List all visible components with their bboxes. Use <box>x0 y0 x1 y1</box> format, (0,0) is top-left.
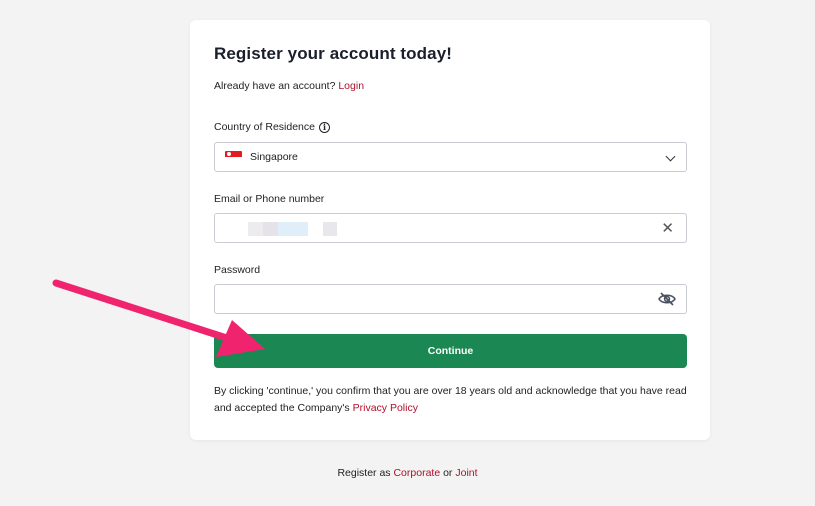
country-label-row: Country of Residence i <box>214 121 330 133</box>
page-title: Register your account today! <box>214 44 453 63</box>
email-field[interactable]: ✕ <box>214 213 687 243</box>
register-card: Register your account today! Already hav… <box>190 20 710 440</box>
corporate-link[interactable]: Corporate <box>393 467 440 479</box>
login-prompt: Already have an account? Login <box>214 80 364 92</box>
disclaimer-text: By clicking 'continue,' you confirm that… <box>214 385 687 414</box>
login-link[interactable]: Login <box>338 80 364 92</box>
singapore-flag-icon <box>225 151 242 162</box>
footer-prefix: Register as <box>337 467 391 479</box>
eye-slash-icon[interactable] <box>658 292 676 311</box>
login-prompt-text: Already have an account? <box>214 80 336 92</box>
redacted-text <box>278 222 308 236</box>
redacted-text <box>263 222 278 236</box>
country-label: Country of Residence <box>214 121 315 133</box>
disclaimer: By clicking 'continue,' you confirm that… <box>214 383 694 417</box>
country-select[interactable]: Singapore <box>214 142 687 172</box>
country-value: Singapore <box>250 151 298 163</box>
redacted-text <box>248 222 263 236</box>
joint-link[interactable]: Joint <box>455 467 477 479</box>
password-field[interactable] <box>214 284 687 314</box>
annotation-arrow <box>52 279 265 357</box>
email-label: Email or Phone number <box>214 193 325 205</box>
footer-or: or <box>443 467 453 479</box>
close-icon[interactable]: ✕ <box>661 221 674 236</box>
chevron-down-icon <box>665 151 676 162</box>
register-footer: Register as Corporate or Joint <box>0 467 815 479</box>
info-icon[interactable]: i <box>318 121 330 133</box>
privacy-policy-link[interactable]: Privacy Policy <box>353 402 418 414</box>
redacted-text <box>323 222 337 236</box>
continue-button[interactable]: Continue <box>214 334 687 368</box>
